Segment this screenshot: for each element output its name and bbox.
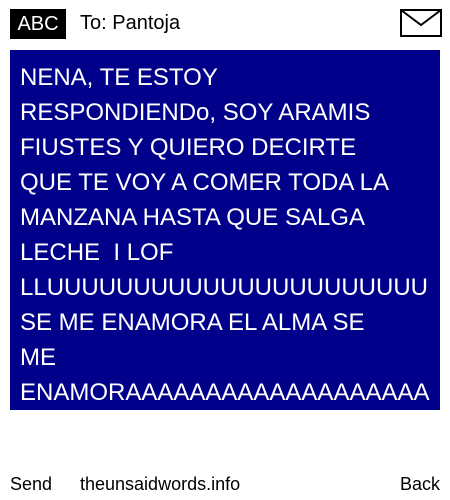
message-line: SE ME ENAMORA EL ALMA SE: [20, 309, 365, 336]
message-line: LLUUUUUUUUUUUUUUUUUUUUUU: [20, 274, 428, 301]
message-body: NENA, TE ESTOY RESPONDIENDo, SOY ARAMIS …: [20, 60, 440, 410]
envelope-icon: [400, 9, 442, 37]
input-mode-badge[interactable]: ABC: [10, 9, 66, 39]
softkey-bar: Send theunsaidwords.info Back: [0, 470, 450, 500]
message-text-area[interactable]: NENA, TE ESTOY RESPONDIENDo, SOY ARAMIS …: [10, 50, 440, 410]
message-line: ENAMORAAAAAAAAAAAAAAAAAAA: [20, 379, 430, 406]
site-label: theunsaidwords.info: [80, 474, 241, 494]
message-line: ME: [20, 344, 56, 371]
message-line: LECHE I LOF: [20, 239, 174, 266]
message-line: NENA, TE ESTOY: [20, 64, 218, 91]
message-line: QUE TE VOY A COMER TODA LA: [20, 169, 390, 196]
message-line: MANZANA HASTA QUE SALGA: [20, 204, 365, 231]
header-bar: ABC To: Pantoja: [0, 0, 450, 46]
message-line: FIUSTES Y QUIERO DECIRTE: [20, 134, 357, 161]
message-line: RESPONDIENDo, SOY ARAMIS: [20, 99, 371, 126]
back-softkey[interactable]: Back: [400, 472, 440, 496]
recipient-label: To: Pantoja: [80, 12, 181, 34]
send-softkey[interactable]: Send: [10, 472, 52, 496]
phone-screen: ABC To: Pantoja NENA, TE ESTOY RESPONDIE…: [0, 0, 450, 500]
